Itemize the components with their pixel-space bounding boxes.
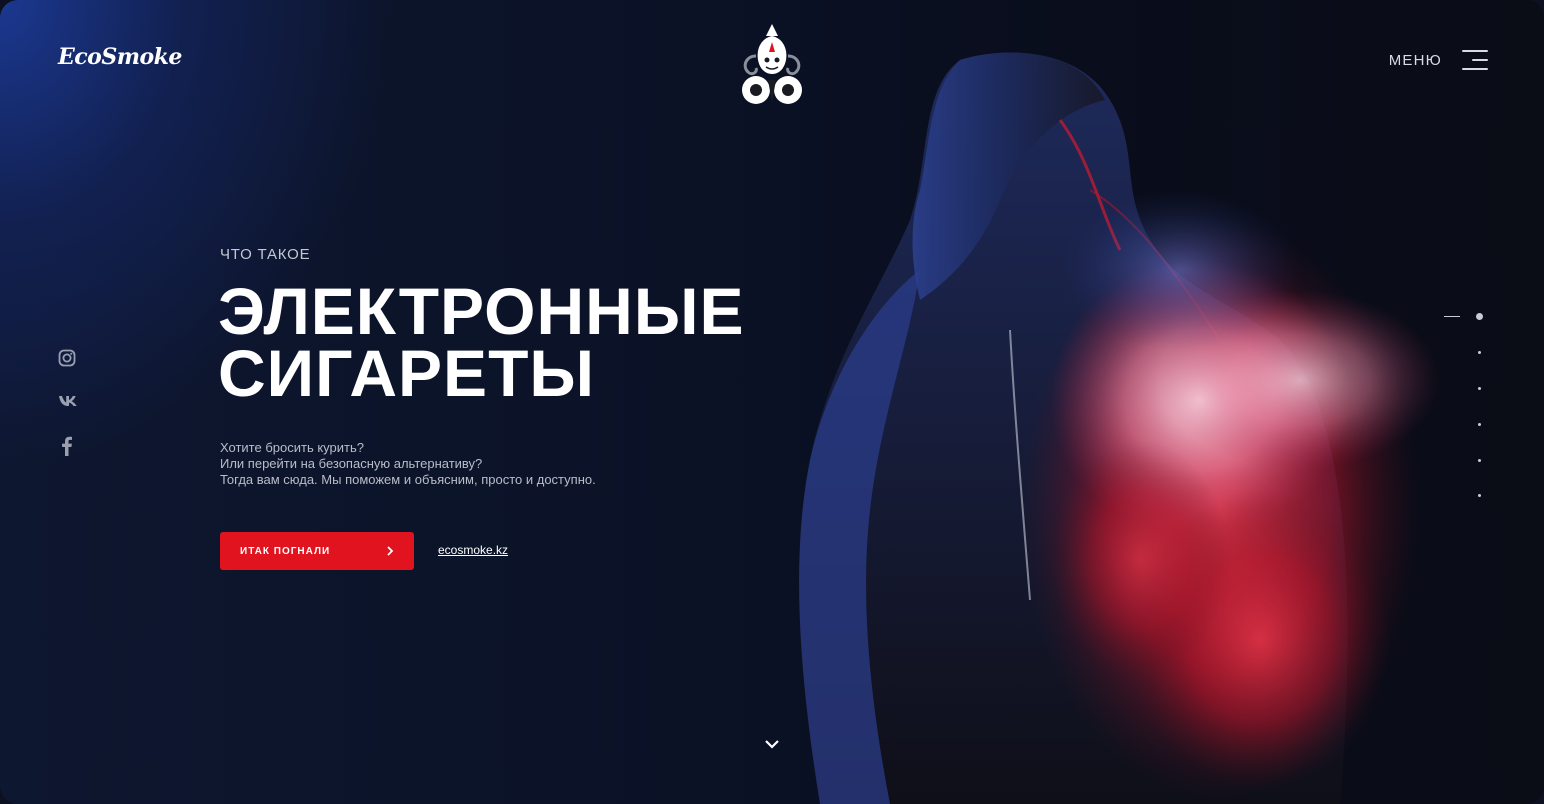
pagination-dot-6[interactable] [1478,494,1481,497]
pagination-dot-4[interactable] [1478,423,1481,426]
hero-image [799,52,1440,804]
cta-label: ИТАК ПОГНАЛИ [240,545,331,557]
hamburger-icon [1462,50,1488,70]
site-link[interactable]: ecosmoke.kz [438,543,508,557]
vk-icon[interactable] [58,395,78,407]
hero-description: Хотите бросить курить? Или перейти на бе… [220,440,596,488]
chevron-right-icon [387,546,394,556]
brand-emblem[interactable] [738,22,806,110]
pagination-dot-1[interactable] [1476,313,1483,320]
hero-title-line2: СИГАРЕТЫ [218,336,595,410]
menu-toggle[interactable]: МЕНЮ [1389,50,1488,70]
pagination-dot-3[interactable] [1478,387,1481,390]
hero-title: ЭЛЕКТРОННЫЕ СИГАРЕТЫ [218,278,744,406]
site-logo[interactable]: EcoSmoke [58,44,182,70]
hero-desc-line3: Тогда вам сюда. Мы поможем и объясним, п… [220,472,596,487]
active-indicator-line [1444,316,1460,317]
pagination-dot-2[interactable] [1478,351,1481,354]
cta-button[interactable]: ИТАК ПОГНАЛИ [220,532,414,570]
slide-pagination [1440,308,1490,508]
pagination-dot-5[interactable] [1478,459,1481,462]
hero-kicker: ЧТО ТАКОЕ [220,246,311,263]
facebook-icon[interactable] [58,436,76,456]
hero-section: EcoSmoke МЕНЮ ЧТО ТАКОЕ ЭЛЕКТРОННЫЕ СИГА… [0,0,1544,804]
chevron-down-icon[interactable] [762,736,782,752]
hero-desc-line1: Хотите бросить курить? [220,440,364,455]
menu-label: МЕНЮ [1388,51,1442,69]
instagram-icon[interactable] [58,349,76,367]
hero-desc-line2: Или перейти на безопасную альтернативу? [220,456,483,471]
